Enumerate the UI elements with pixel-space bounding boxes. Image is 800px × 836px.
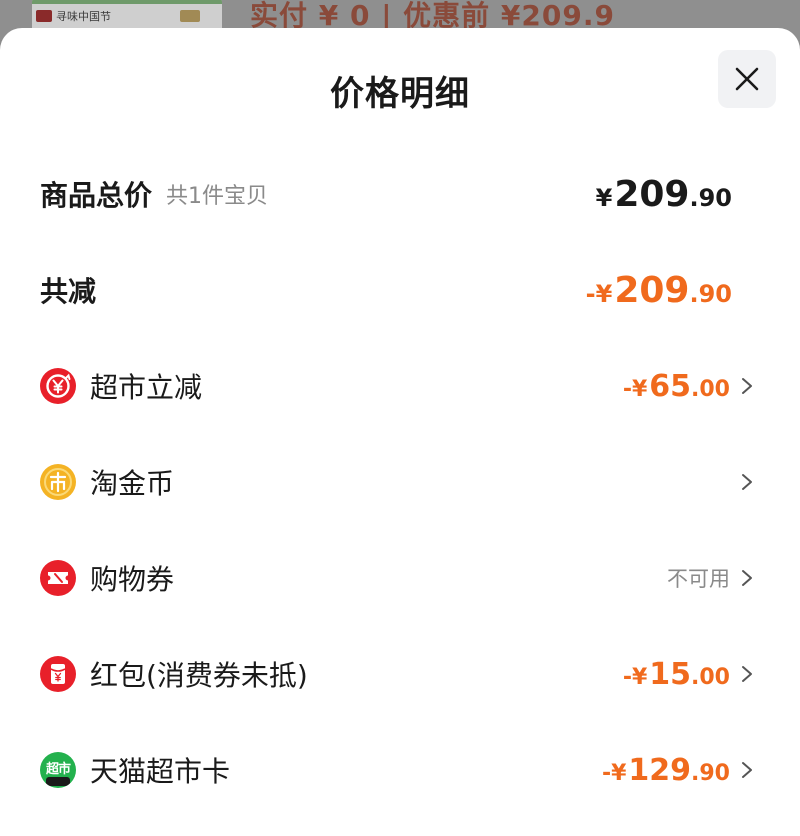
supermarket-discount-label: 超市立减 — [90, 371, 203, 404]
supermarket-discount-row[interactable]: 超市立减 -¥ 65 .00 — [0, 356, 800, 416]
close-icon — [735, 67, 759, 91]
coupon-status: 不可用 — [667, 567, 730, 591]
shopping-coupon-label: 购物券 — [90, 563, 175, 596]
thumbnail-logo — [36, 10, 52, 22]
red-packet-currency: -¥ — [622, 664, 648, 690]
yen-circle-icon — [40, 368, 76, 404]
tmall-card-label: 天猫超市卡 — [90, 755, 231, 788]
tmall-card-integer: 129 — [628, 752, 692, 788]
tmall-icon-base — [46, 777, 70, 786]
thumbnail-strip — [32, 0, 222, 4]
shopping-coupon-row[interactable]: 购物券 不可用 — [0, 548, 800, 608]
total-reduction-decimal: .90 — [689, 279, 732, 308]
total-price-decimal: .90 — [689, 183, 732, 212]
taobao-coin-label: 淘金币 — [90, 467, 175, 500]
red-packet-integer: 15 — [649, 656, 692, 692]
tmall-card-decimal: .90 — [691, 760, 730, 786]
chevron-right-icon — [742, 570, 752, 586]
total-price-label: 商品总价 — [40, 179, 153, 212]
red-packet-value: -¥ 15 .00 — [623, 657, 730, 692]
tmall-card-row[interactable]: 超市 天猫超市卡 -¥ 129 .90 — [0, 740, 800, 800]
total-price-integer: 209 — [614, 173, 690, 215]
ticket-icon — [40, 560, 76, 596]
chevron-right-icon — [742, 666, 752, 682]
price-detail-sheet: 价格明细 商品总价 共1件宝贝 ¥ 209 .90 共减 -¥ 209 .90 … — [0, 28, 800, 836]
total-price-currency: ¥ — [595, 183, 613, 212]
tmall-icon-text: 超市 — [45, 762, 71, 777]
chevron-right-icon — [742, 378, 752, 394]
red-packet-decimal: .00 — [691, 664, 730, 690]
total-reduction-label: 共减 — [40, 275, 97, 308]
total-reduction-value: -¥ 209 .90 — [586, 270, 732, 311]
supermarket-discount-currency: -¥ — [622, 376, 648, 402]
total-price-value: ¥ 209 .90 — [596, 174, 732, 215]
red-packet-row[interactable]: 红包(消费券未抵) -¥ 15 .00 — [0, 644, 800, 704]
taobao-coin-row[interactable]: 淘金币 — [0, 452, 800, 512]
chevron-right-icon — [742, 762, 752, 778]
thumbnail-tag — [180, 10, 200, 22]
tmall-card-value: -¥ 129 .90 — [602, 753, 730, 788]
red-packet-icon — [40, 656, 76, 692]
coin-icon — [40, 464, 76, 500]
total-price-row: 商品总价 共1件宝贝 ¥ 209 .90 — [0, 164, 800, 224]
sheet-title: 价格明细 — [330, 74, 470, 114]
supermarket-discount-value: -¥ 65 .00 — [623, 369, 730, 404]
tmall-supermarket-icon: 超市 — [40, 752, 76, 788]
chevron-right-icon — [742, 474, 752, 490]
supermarket-discount-decimal: .00 — [691, 376, 730, 402]
total-reduction-integer: 209 — [614, 269, 690, 311]
thumbnail-text: 寻味中国节 — [56, 10, 111, 23]
red-packet-label: 红包(消费券未抵) — [90, 659, 308, 692]
total-reduction-row: 共减 -¥ 209 .90 — [0, 260, 800, 320]
close-button[interactable] — [718, 50, 776, 108]
total-reduction-currency: -¥ — [585, 279, 613, 308]
item-count: 共1件宝贝 — [166, 184, 269, 209]
supermarket-discount-integer: 65 — [649, 368, 692, 404]
tmall-card-currency: -¥ — [601, 760, 627, 786]
